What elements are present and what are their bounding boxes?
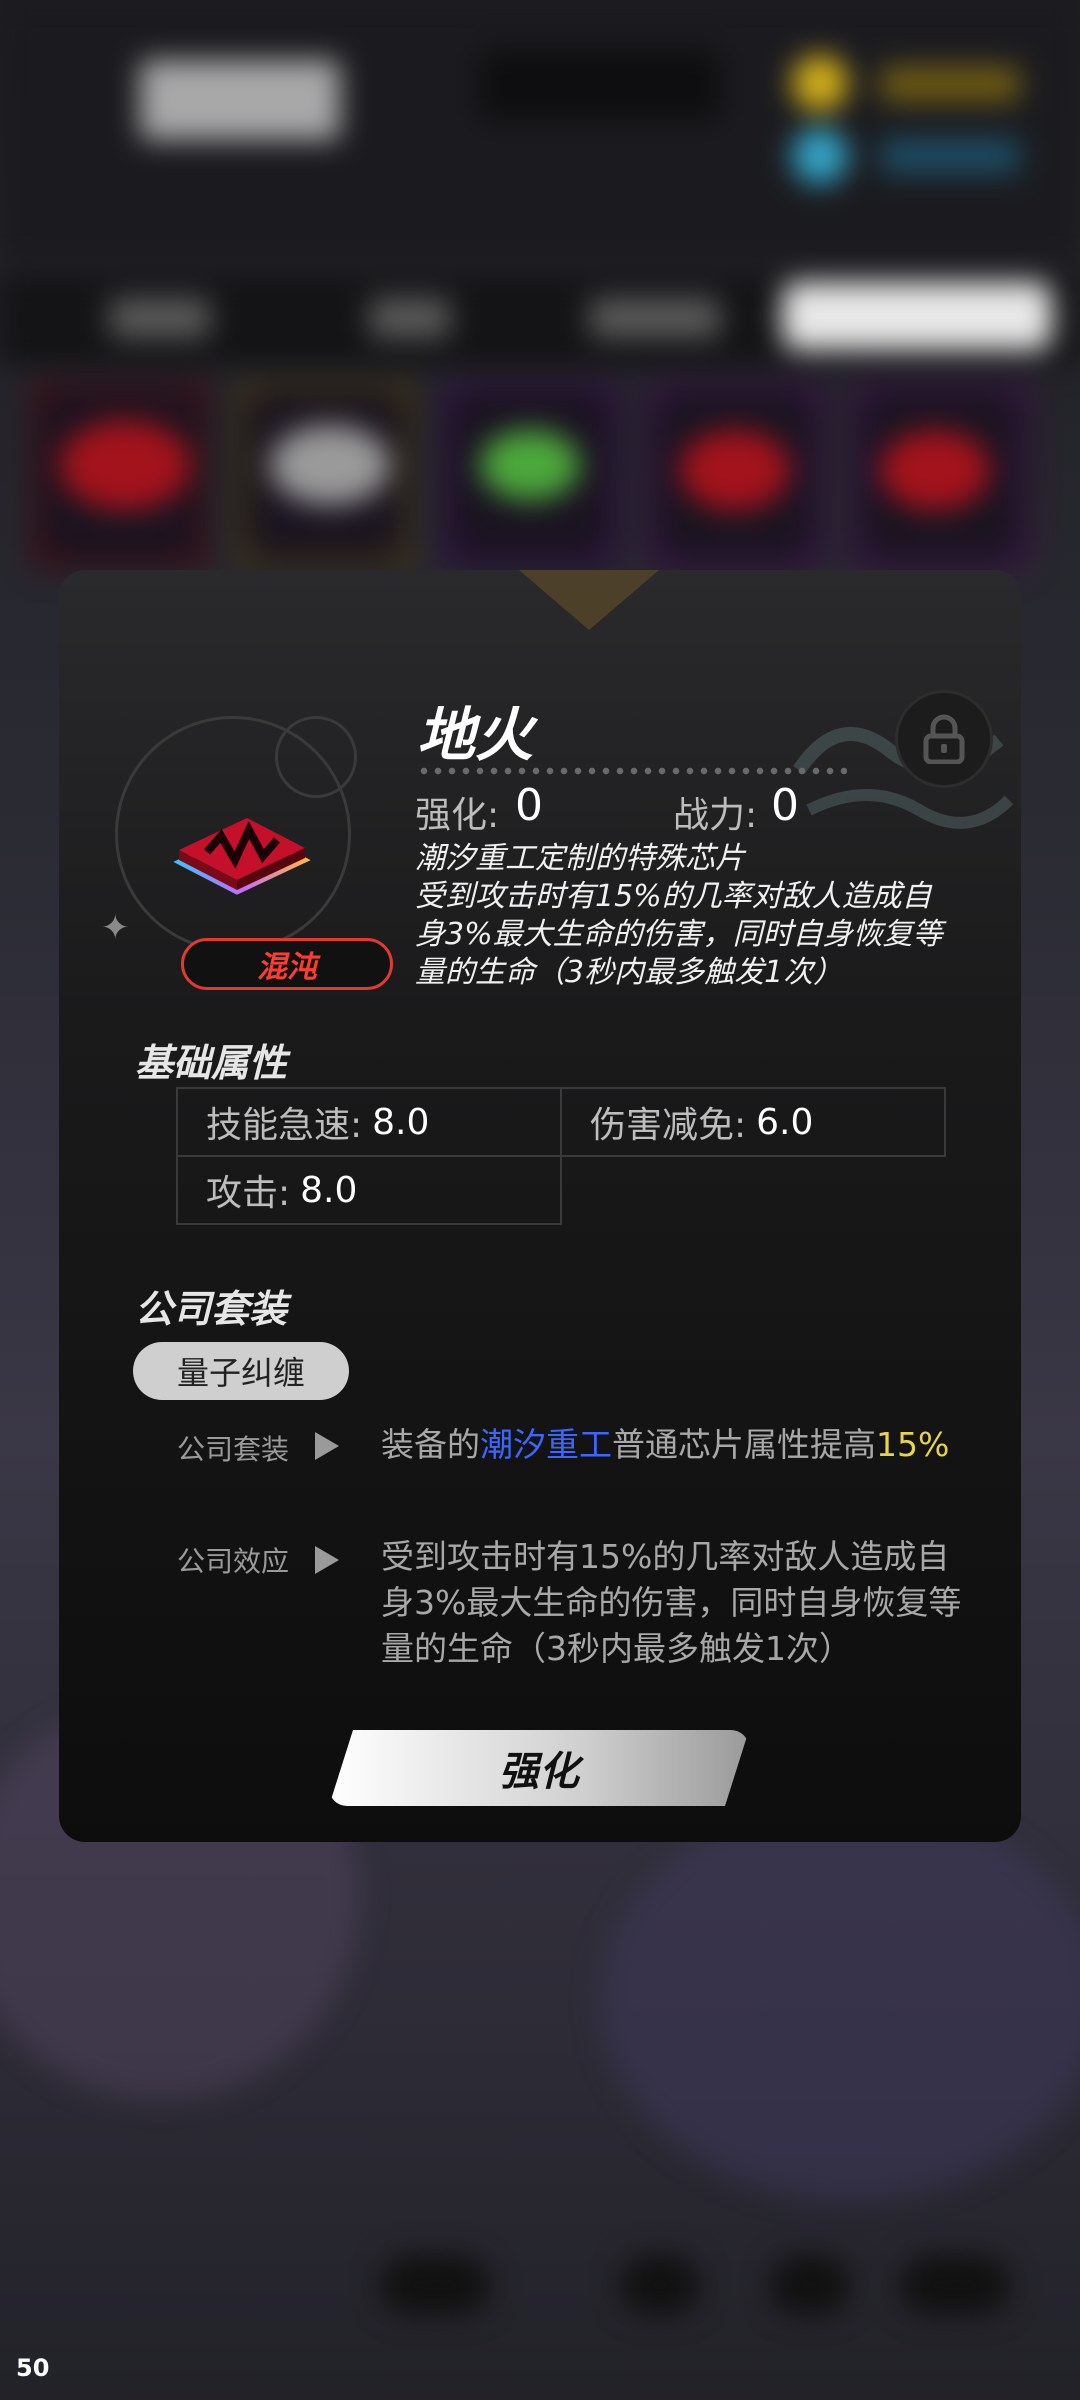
dotted-divider	[417, 766, 847, 776]
bg-item-red	[680, 430, 790, 510]
bg-item-green	[480, 430, 580, 500]
effect-text: 受到攻击时有15%的几率对敌人造成自身3%最大生命的伤害，同时自身恢复等量的生命…	[381, 1537, 962, 1668]
bg-tab	[590, 298, 720, 338]
company-highlight: 潮汐重工	[480, 1425, 612, 1464]
attribute-key: 技能急速:	[206, 1105, 363, 1146]
description-line: 受到攻击时有15%的几率对敌人造成自身3%最大生命的伤害，同时自身恢复等量的生命…	[415, 879, 943, 990]
attribute-key: 伤害减免:	[590, 1105, 747, 1146]
attribute-value: 8.0	[372, 1101, 430, 1143]
chip-icon	[173, 818, 311, 895]
bg-value-gold	[880, 66, 1020, 102]
bg-bottom-item	[770, 2255, 850, 2315]
description-line: 潮汐重工定制的特殊芯片	[415, 841, 745, 876]
emblem-small-ring	[275, 716, 357, 798]
fps-counter: 50	[16, 2354, 50, 2382]
lock-button[interactable]	[895, 690, 993, 788]
set-name-tab[interactable]: 量子纠缠	[133, 1342, 349, 1400]
enhance-label: 强化:	[415, 795, 500, 836]
set-bonus-prefix: 装备的	[381, 1425, 480, 1464]
sparkle-icon: ✦	[101, 908, 130, 948]
bg-tab	[370, 298, 450, 338]
enhance-button[interactable]: 强化	[329, 1730, 749, 1806]
bg-tab-active	[782, 282, 1052, 350]
bg-item-red	[60, 420, 190, 510]
attribute-cell: 技能急速: 8.0	[176, 1087, 562, 1157]
bg-dark-block	[480, 50, 720, 120]
decoration-triangle	[519, 570, 659, 630]
lock-icon	[923, 714, 965, 764]
attribute-value: 8.0	[300, 1169, 358, 1211]
set-bonus-middle: 普通芯片属性提高	[612, 1425, 876, 1464]
bg-bottom-item	[900, 2255, 1010, 2315]
bg-coin-blue	[792, 128, 848, 184]
bg-glow	[600, 1800, 1080, 2200]
company-set-title: 公司套装	[135, 1287, 288, 1331]
attribute-cell: 攻击: 8.0	[176, 1155, 562, 1225]
bg-item-red	[880, 430, 990, 510]
item-detail-dialog: ✦ 混沌 地火 强化: 0 战力: 0 潮汐重工定制的特殊芯片 受到攻击时有15…	[59, 570, 1021, 1842]
bg-bottom-item	[380, 2255, 490, 2315]
attribute-cell: 伤害减免: 6.0	[560, 1087, 946, 1157]
bg-bottom-item	[620, 2255, 700, 2315]
bg-coin-gold	[792, 55, 848, 111]
bg-title-block	[140, 60, 340, 140]
effect-label: 公司效应	[177, 1545, 290, 1578]
set-bonus-label: 公司套装	[177, 1433, 290, 1466]
power-value: 0	[771, 780, 799, 831]
enhance-value: 0	[515, 780, 543, 831]
attribute-key: 攻击:	[206, 1173, 291, 1214]
play-arrow-icon	[315, 1546, 339, 1574]
bonus-value: 15%	[876, 1425, 950, 1464]
play-arrow-icon	[315, 1432, 339, 1460]
enhance-button-label: 强化	[499, 1749, 579, 1795]
bg-tab	[110, 298, 210, 338]
bg-value-blue	[880, 138, 1020, 174]
power-label: 战力:	[673, 795, 758, 836]
bg-item-gray	[270, 425, 390, 505]
item-description: 潮汐重工定制的特殊芯片 受到攻击时有15%的几率对敌人造成自身3%最大生命的伤害…	[415, 840, 955, 992]
set-bonus-text: 装备的潮汐重工普通芯片属性提高15%	[381, 1422, 971, 1468]
base-attributes-title: 基础属性	[135, 1041, 288, 1085]
item-name: 地火	[417, 701, 534, 769]
attribute-value: 6.0	[756, 1101, 814, 1143]
rarity-badge: 混沌	[181, 938, 393, 990]
